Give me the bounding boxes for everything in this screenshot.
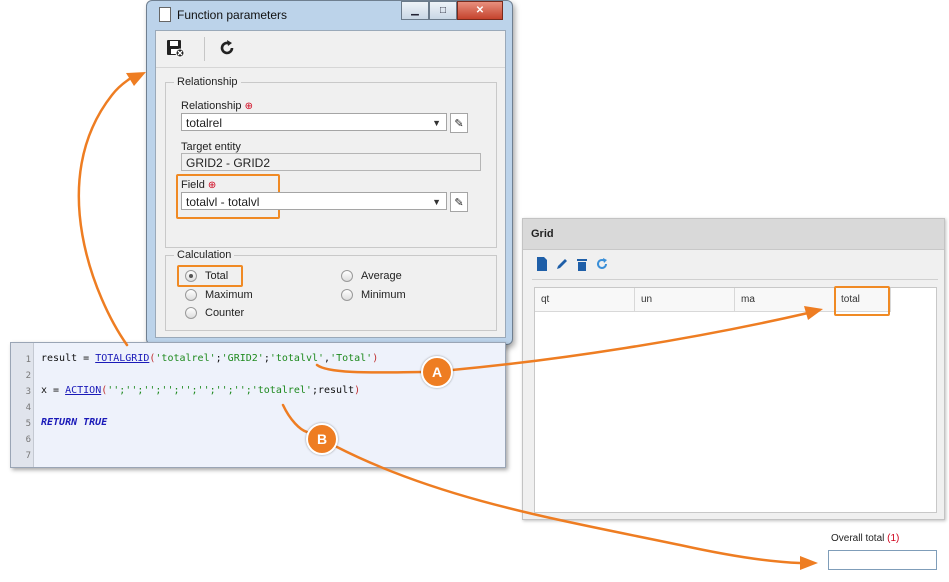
- grid-titlebar: Grid: [523, 219, 944, 250]
- chevron-down-icon: ▼: [432, 118, 441, 128]
- dialog-titlebar[interactable]: Function parameters ▁ □ ✕: [147, 1, 512, 29]
- column-header-un[interactable]: un: [635, 288, 735, 312]
- field-select[interactable]: totalvl - totalvl ▼: [181, 192, 447, 210]
- document-icon: [159, 7, 171, 22]
- annotation-badge-b: B: [306, 423, 338, 455]
- relationship-label: Relationship ⊕: [181, 100, 253, 112]
- save-close-icon[interactable]: [164, 37, 186, 59]
- chevron-down-icon: ▼: [432, 197, 441, 207]
- radio-maximum[interactable]: Maximum: [185, 289, 253, 301]
- new-document-icon[interactable]: [536, 256, 548, 274]
- line-number: 7: [25, 451, 31, 461]
- refresh-icon[interactable]: [216, 37, 238, 59]
- line-number: 2: [25, 371, 31, 381]
- minimize-button[interactable]: ▁: [401, 1, 429, 20]
- grid-toolbar: [532, 251, 938, 280]
- column-header-qt[interactable]: qt: [535, 288, 635, 312]
- calculation-legend: Calculation: [177, 249, 232, 261]
- code-line-1: result = TOTALGRID('totalrel';'GRID2';'t…: [41, 353, 379, 364]
- refresh-icon[interactable]: [595, 257, 609, 274]
- radio-dot: [341, 289, 353, 301]
- grid-panel: Grid qt un ma total: [522, 218, 945, 520]
- edit-pencil-icon[interactable]: [555, 257, 569, 274]
- grid-title: Grid: [531, 228, 554, 240]
- line-number: 1: [25, 355, 31, 365]
- column-header-ma[interactable]: ma: [735, 288, 835, 312]
- required-icon: ⊕: [244, 101, 253, 112]
- picker-wand-icon[interactable]: ✎: [450, 113, 468, 133]
- target-entity-label: Target entity: [181, 141, 241, 153]
- required-icon: ⊕: [207, 180, 217, 191]
- grid-table[interactable]: qt un ma total: [534, 287, 937, 513]
- target-entity-field: GRID2 - GRID2: [181, 153, 481, 171]
- arrowhead: [800, 556, 818, 570]
- line-number-gutter: 1 2 3 4 5 6 7: [11, 343, 34, 467]
- dialog-toolbar: [156, 31, 505, 68]
- radio-counter[interactable]: Counter: [185, 307, 244, 319]
- delete-trash-icon[interactable]: [576, 257, 588, 274]
- total-column-highlight: [834, 286, 890, 316]
- radio-dot: [185, 270, 197, 282]
- arrow-code-to-dialog: [77, 74, 136, 347]
- line-number: 5: [25, 419, 31, 429]
- overall-total-input[interactable]: [828, 550, 937, 570]
- toolbar-separator: [204, 37, 205, 61]
- function-parameters-dialog: Function parameters ▁ □ ✕ Relationship R…: [146, 0, 513, 345]
- window-controls: ▁ □ ✕: [401, 1, 503, 21]
- dialog-title: Function parameters: [177, 8, 288, 22]
- arrowhead: [126, 72, 146, 86]
- code-line-5: RETURN TRUE: [41, 417, 108, 428]
- radio-total[interactable]: Total: [185, 270, 228, 282]
- radio-average[interactable]: Average: [341, 270, 402, 282]
- relationship-legend: Relationship: [177, 76, 238, 88]
- radio-dot: [341, 270, 353, 282]
- annotation-badge-a: A: [421, 356, 453, 388]
- close-button[interactable]: ✕: [457, 1, 503, 20]
- radio-dot: [185, 307, 197, 319]
- line-number: 3: [25, 387, 31, 397]
- picker-wand-icon[interactable]: ✎: [450, 192, 468, 212]
- relationship-select[interactable]: totalrel ▼: [181, 113, 447, 131]
- line-number: 4: [25, 403, 31, 413]
- maximize-button[interactable]: □: [429, 1, 457, 20]
- code-line-3: x = ACTION('';'';'';'';'';'';'';'';'tota…: [41, 385, 361, 396]
- line-number: 6: [25, 435, 31, 445]
- dialog-body: Relationship Relationship ⊕ totalrel ▼ ✎ …: [155, 30, 506, 338]
- radio-minimum[interactable]: Minimum: [341, 289, 406, 301]
- field-label: Field ⊕: [181, 179, 217, 191]
- overall-total-label: Overall total (1): [831, 533, 900, 544]
- radio-dot: [185, 289, 197, 301]
